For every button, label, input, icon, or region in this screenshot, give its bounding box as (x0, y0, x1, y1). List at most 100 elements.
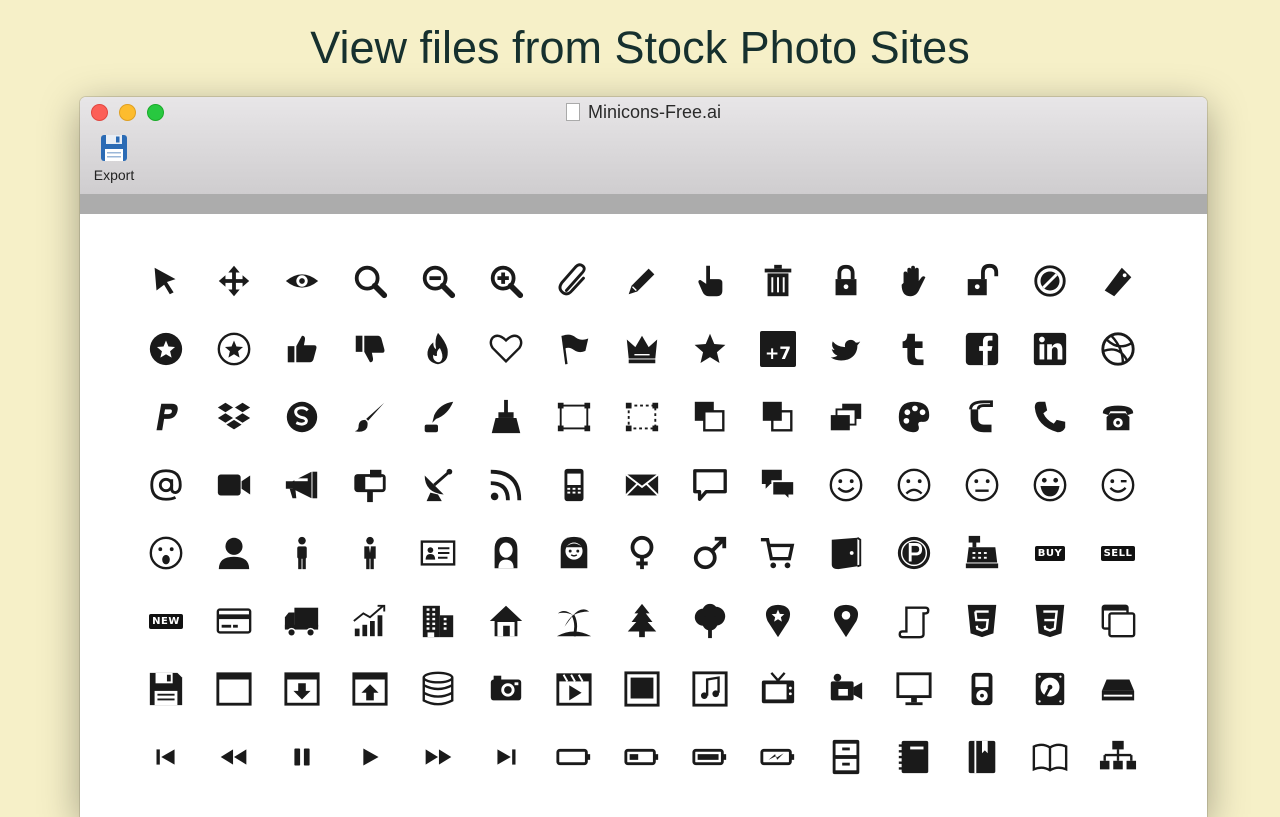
database-icon[interactable] (404, 655, 472, 723)
sell-label-icon[interactable]: SELL (1084, 519, 1152, 587)
magnifier-icon[interactable] (336, 247, 404, 315)
rotary-phone-icon[interactable] (1084, 383, 1152, 451)
pointing-hand-icon[interactable] (676, 247, 744, 315)
dribbble-icon[interactable] (1084, 315, 1152, 383)
smiley-wink-icon[interactable] (1084, 451, 1152, 519)
tag-icon[interactable] (1084, 247, 1152, 315)
male-symbol-icon[interactable] (676, 519, 744, 587)
monitor-icon[interactable] (880, 655, 948, 723)
palette-icon[interactable] (880, 383, 948, 451)
move-arrows-icon[interactable] (200, 247, 268, 315)
skip-forward-icon[interactable] (472, 723, 540, 791)
quill-ink-icon[interactable] (404, 383, 472, 451)
wallet-icon[interactable] (812, 519, 880, 587)
house-icon[interactable] (472, 587, 540, 655)
music-file-icon[interactable] (676, 655, 744, 723)
book-open-icon[interactable] (1016, 723, 1084, 791)
rewind-icon[interactable] (200, 723, 268, 791)
pencil-icon[interactable] (608, 247, 676, 315)
zoom-in-icon[interactable] (472, 247, 540, 315)
paintbrush-icon[interactable] (336, 383, 404, 451)
video-clip-icon[interactable] (540, 655, 608, 723)
at-sign-icon[interactable] (132, 451, 200, 519)
mobile-phone-icon[interactable] (540, 451, 608, 519)
book-closed-icon[interactable] (948, 723, 1016, 791)
facebook-icon[interactable] (948, 315, 1016, 383)
selection-dashed-icon[interactable] (608, 383, 676, 451)
battery-charging-icon[interactable] (744, 723, 812, 791)
cash-register-icon[interactable] (948, 519, 1016, 587)
speech-bubble-icon[interactable] (676, 451, 744, 519)
crown-icon[interactable] (608, 315, 676, 383)
thumbs-up-icon[interactable] (268, 315, 336, 383)
map-pin-icon[interactable] (812, 587, 880, 655)
video-camera-icon[interactable] (200, 451, 268, 519)
camera-icon[interactable] (472, 655, 540, 723)
open-hand-icon[interactable] (880, 247, 948, 315)
parking-coin-icon[interactable] (880, 519, 948, 587)
shopping-cart-icon[interactable] (744, 519, 812, 587)
heart-icon[interactable] (472, 315, 540, 383)
ipod-icon[interactable] (948, 655, 1016, 723)
person-male-icon[interactable] (268, 519, 336, 587)
camcorder-icon[interactable] (812, 655, 880, 723)
tree-icon[interactable] (676, 587, 744, 655)
satellite-dish-icon[interactable] (404, 451, 472, 519)
zoom-out-icon[interactable] (404, 247, 472, 315)
trash-can-icon[interactable] (744, 247, 812, 315)
smiley-happy-icon[interactable] (812, 451, 880, 519)
megaphone-icon[interactable] (268, 451, 336, 519)
eye-icon[interactable] (268, 247, 336, 315)
palm-island-icon[interactable] (540, 587, 608, 655)
pause-icon[interactable] (268, 723, 336, 791)
picture-frame-icon[interactable] (608, 655, 676, 723)
cursor-arrow-icon[interactable] (132, 247, 200, 315)
bar-chart-growth-icon[interactable] (336, 587, 404, 655)
scroll-icon[interactable] (880, 587, 948, 655)
female-symbol-icon[interactable] (608, 519, 676, 587)
download-window-icon[interactable] (268, 655, 336, 723)
thumbs-down-icon[interactable] (336, 315, 404, 383)
unlocked-icon[interactable] (948, 247, 1016, 315)
floppy-disk-icon[interactable] (132, 655, 200, 723)
rss-icon[interactable] (472, 451, 540, 519)
battery-empty-icon[interactable] (540, 723, 608, 791)
pine-tree-icon[interactable] (608, 587, 676, 655)
truck-icon[interactable] (268, 587, 336, 655)
drive-tray-icon[interactable] (1084, 655, 1152, 723)
html5-icon[interactable] (948, 587, 1016, 655)
girl-icon[interactable] (540, 519, 608, 587)
battery-full-icon[interactable] (676, 723, 744, 791)
battery-low-icon[interactable] (608, 723, 676, 791)
skype-icon[interactable] (268, 383, 336, 451)
smiley-grin-icon[interactable] (1016, 451, 1084, 519)
windows-stack-icon[interactable] (1084, 587, 1152, 655)
dropbox-icon[interactable] (200, 383, 268, 451)
paypal-icon[interactable] (132, 383, 200, 451)
lock-icon[interactable] (812, 247, 880, 315)
buildings-icon[interactable] (404, 587, 472, 655)
tumblr-icon[interactable] (880, 315, 948, 383)
hard-disk-icon[interactable] (1016, 655, 1084, 723)
star-circle-outline-icon[interactable] (200, 315, 268, 383)
no-sign-icon[interactable] (1016, 247, 1084, 315)
star-circle-filled-icon[interactable] (132, 315, 200, 383)
mailbox-icon[interactable] (336, 451, 404, 519)
user-bust-icon[interactable] (200, 519, 268, 587)
person-businessman-icon[interactable] (336, 519, 404, 587)
map-pin-star-icon[interactable] (744, 587, 812, 655)
magnet-icon[interactable] (948, 383, 1016, 451)
upload-window-icon[interactable] (336, 655, 404, 723)
star-icon[interactable] (676, 315, 744, 383)
play-icon[interactable] (336, 723, 404, 791)
envelope-icon[interactable] (608, 451, 676, 519)
flag-icon[interactable] (540, 315, 608, 383)
buy-label-icon[interactable]: BUY (1016, 519, 1084, 587)
filing-cabinet-icon[interactable] (812, 723, 880, 791)
fast-forward-icon[interactable] (404, 723, 472, 791)
notebook-icon[interactable] (880, 723, 948, 791)
export-button[interactable]: Export (86, 133, 142, 183)
sitemap-icon[interactable] (1084, 723, 1152, 791)
smiley-surprised-icon[interactable] (132, 519, 200, 587)
layers-icon[interactable] (812, 383, 880, 451)
